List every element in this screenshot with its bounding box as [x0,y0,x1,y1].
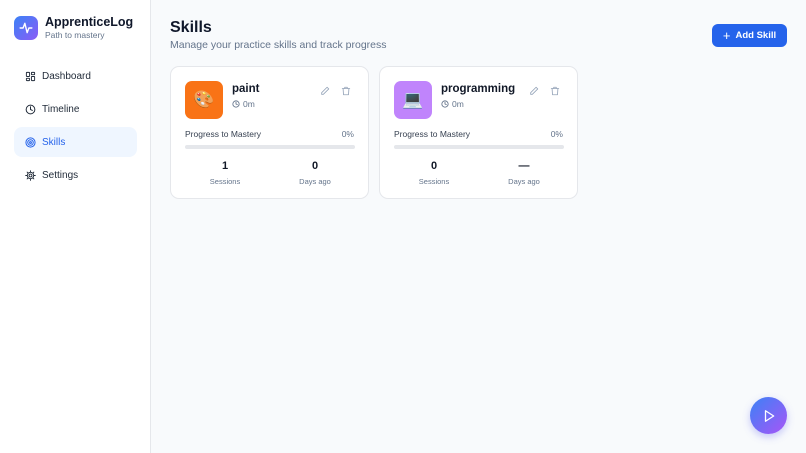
app-title: ApprenticeLog [45,15,134,29]
skill-time: 0m [441,99,464,109]
sidebar-item-label: Skills [42,136,66,148]
sidebar-item-settings[interactable]: Settings [14,160,137,190]
play-icon [762,409,776,423]
plus-icon: + [722,27,731,43]
brand[interactable]: ApprenticeLog Path to mastery [14,15,133,41]
add-skill-label: Add Skill [735,30,777,41]
sidebar-item-timeline[interactable]: Timeline [14,94,137,124]
palette-icon: 🎨 [185,81,223,119]
sidebar-item-dashboard[interactable]: Dashboard [14,61,137,91]
skill-card[interactable]: 🎨 paint 0m Progress to Mastery 0% 1 Sess… [170,66,369,199]
sessions-label: Sessions [418,177,450,186]
app-subtitle: Path to mastery [45,30,105,40]
sidebar: ApprenticeLog Path to mastery Dashboard … [0,0,151,453]
sidebar-item-label: Settings [42,169,79,181]
page-title: Skills [170,19,212,36]
page-subtitle: Manage your practice skills and track pr… [170,39,387,51]
skill-name: programming [441,83,516,95]
trash-icon[interactable] [340,85,352,97]
clock-icon [441,100,449,108]
days-ago-stat: — Days ago [484,160,564,186]
progress-label: Progress to Mastery [185,129,262,139]
skill-card[interactable]: 💻 programming 0m Progress to Mastery 0% … [379,66,578,199]
sessions-stat: 1 Sessions [185,160,265,186]
skill-time-value: 0m [243,99,255,109]
progress-percent: 0% [550,129,563,139]
target-icon [24,136,36,148]
start-session-button[interactable] [750,397,787,434]
skill-name: paint [232,83,260,95]
sessions-value: 1 [221,160,229,172]
sidebar-nav: Dashboard Timeline Skills Settings [14,61,137,193]
progress-bar [185,145,355,149]
clock-icon [232,100,240,108]
skill-time: 0m [232,99,255,109]
sessions-stat: 0 Sessions [394,160,474,186]
trash-icon[interactable] [549,85,561,97]
edit-icon[interactable] [528,85,540,97]
days-ago-stat: 0 Days ago [275,160,355,186]
gear-icon [24,169,36,181]
add-skill-button[interactable]: + Add Skill [712,24,787,47]
activity-icon [14,16,38,40]
clock-icon [24,103,36,115]
grid-icon [24,70,36,82]
edit-icon[interactable] [319,85,331,97]
days-ago-value: — [518,160,530,172]
sidebar-item-label: Timeline [42,103,80,115]
sessions-value: 0 [430,160,438,172]
laptop-icon: 💻 [394,81,432,119]
progress-bar [394,145,564,149]
sessions-label: Sessions [209,177,241,186]
skill-time-value: 0m [452,99,464,109]
days-ago-value: 0 [311,160,319,172]
progress-percent: 0% [341,129,354,139]
sidebar-item-skills[interactable]: Skills [14,127,137,157]
progress-label: Progress to Mastery [394,129,471,139]
days-ago-label: Days ago [508,177,540,186]
sidebar-item-label: Dashboard [42,70,91,82]
days-ago-label: Days ago [299,177,331,186]
